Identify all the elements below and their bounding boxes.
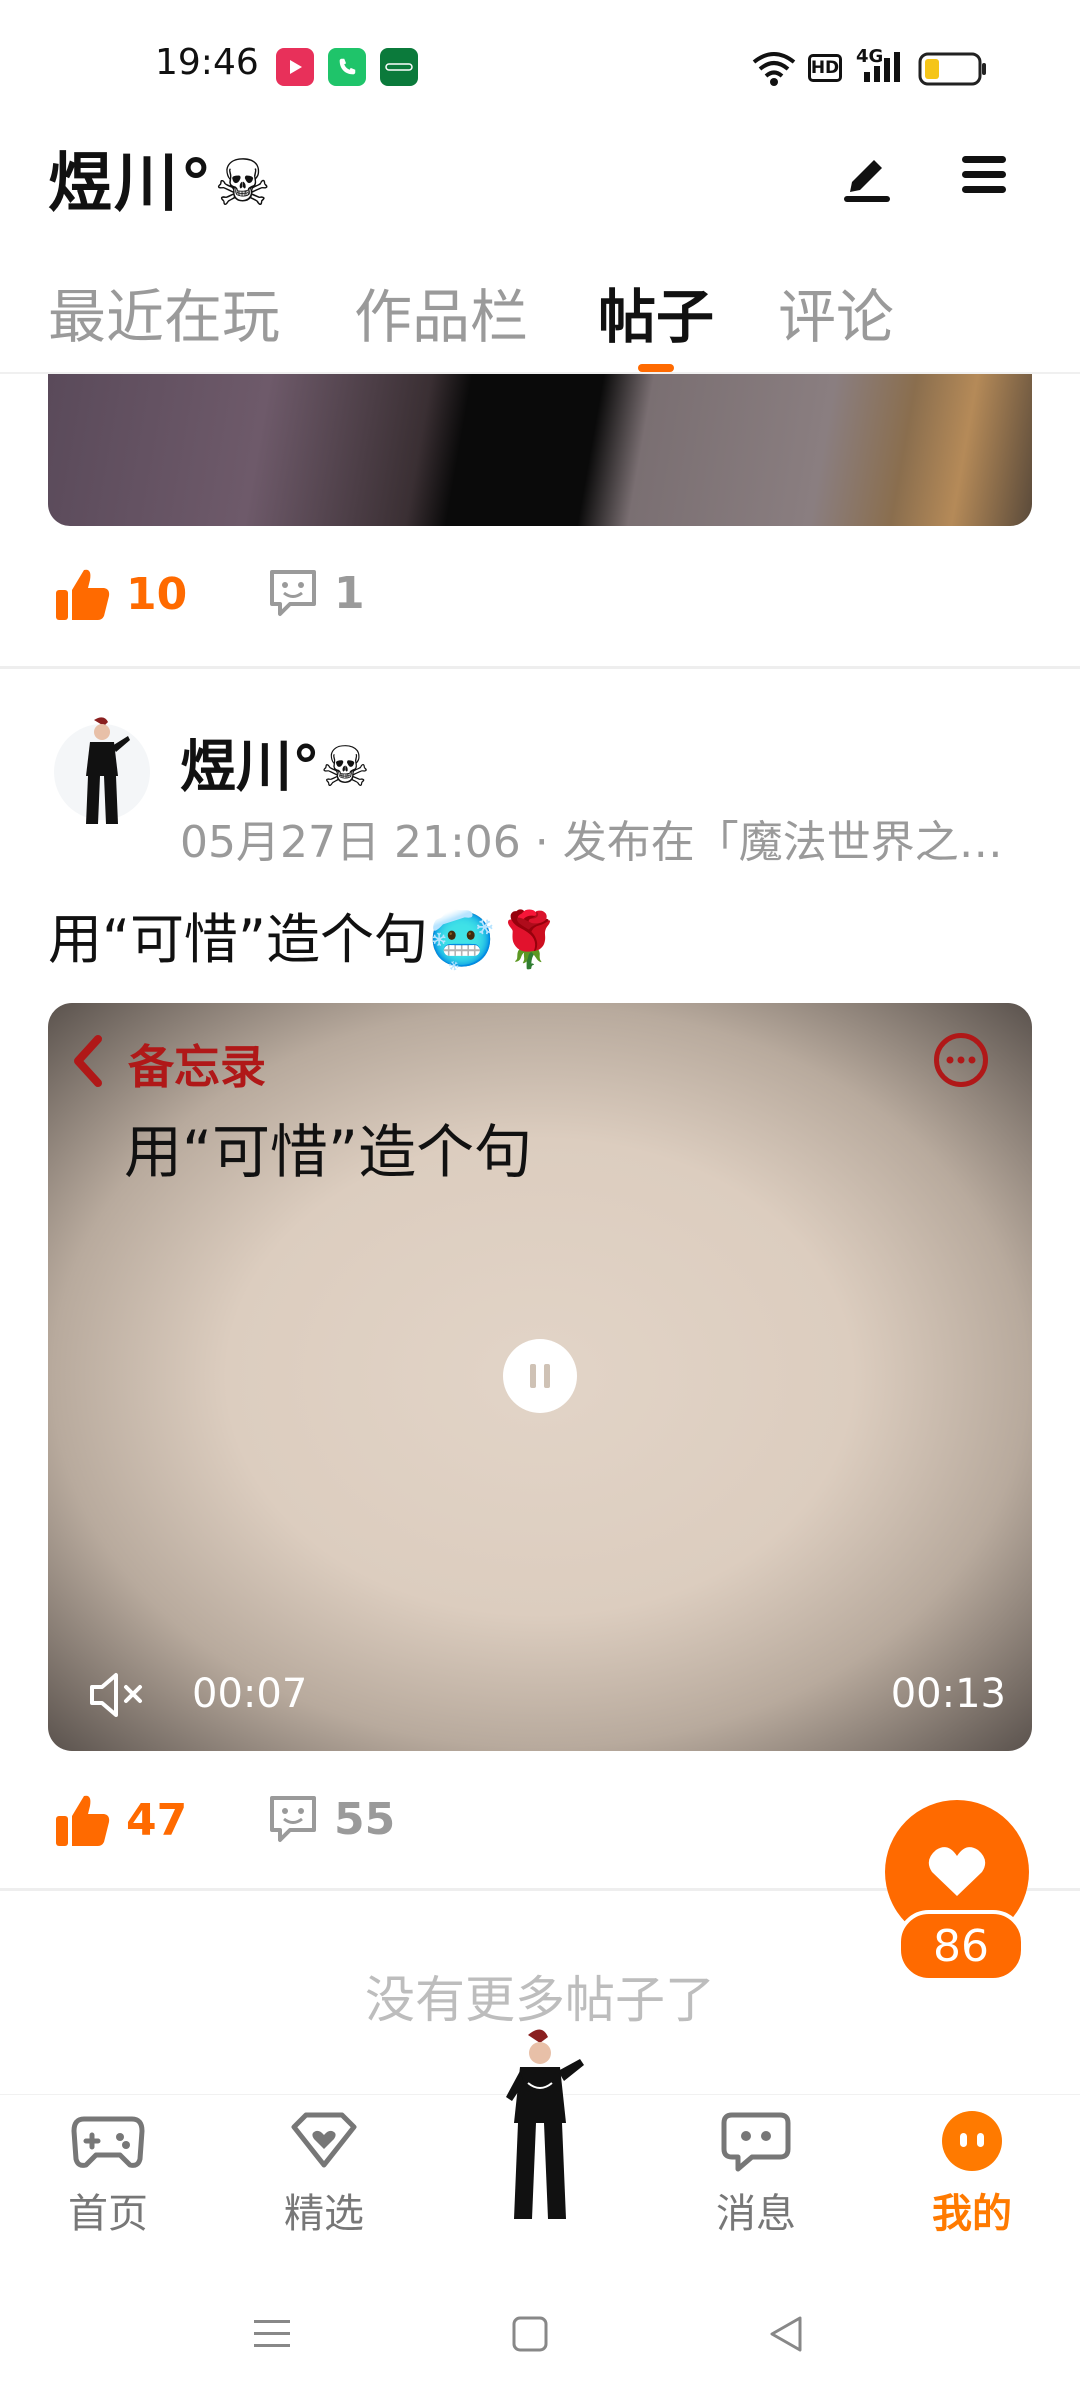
previous-comment-count: 1 (334, 567, 365, 619)
video-app-icon (276, 48, 314, 86)
menu-icon[interactable] (952, 142, 1016, 206)
memo-label: 备忘录 (128, 1040, 266, 1094)
network-type: 4G (856, 46, 884, 67)
nav-messages-label: 消息 (716, 2191, 796, 2237)
previous-comment-button[interactable]: 1 (266, 566, 365, 620)
post-video[interactable]: 备忘录 用“可惜”造个句 00:07 00:13 (48, 1003, 1032, 1751)
system-menu-button[interactable] (250, 2314, 294, 2358)
thumbs-up-icon (56, 569, 110, 620)
mute-button[interactable] (86, 1667, 152, 1727)
thumbs-up-icon (56, 1795, 110, 1846)
nav-featured-label: 精选 (284, 2191, 364, 2237)
post-divider (0, 666, 1080, 669)
4g-signal-icon: 4G (856, 46, 904, 88)
post-comment-count: 55 (334, 1793, 396, 1845)
nav-featured[interactable]: 精选 (254, 2109, 394, 2239)
more-dots-icon (934, 1033, 988, 1087)
oppo-app-icon (380, 48, 418, 86)
author-avatar[interactable] (52, 712, 152, 832)
pause-icon (530, 1364, 550, 1388)
smiley-face-icon (942, 2111, 1002, 2171)
profile-title: 煜川°☠ (48, 147, 274, 221)
system-home-button[interactable] (510, 2314, 550, 2358)
tab-works[interactable]: 作品栏 (354, 270, 528, 354)
video-current-time: 00:07 (192, 1671, 308, 1717)
previous-like-button[interactable]: 10 (54, 566, 187, 622)
comment-icon (270, 1796, 316, 1842)
gamepad-icon (71, 2116, 145, 2168)
edit-icon[interactable] (834, 142, 898, 206)
nav-mine[interactable]: 我的 (902, 2109, 1042, 2239)
post-meta: 05月27日 21:06 · 发布在「魔法世界之… (180, 817, 1003, 868)
battery-icon (918, 52, 988, 90)
floating-like-count: 86 (897, 1910, 1025, 1982)
previous-post-image[interactable] (48, 374, 1032, 526)
nav-mine-label: 我的 (932, 2191, 1012, 2237)
memo-title: 用“可惜”造个句 (124, 1118, 533, 1186)
system-back-button[interactable] (766, 2314, 806, 2358)
system-nav-bar (0, 2270, 1080, 2400)
post-comment-button[interactable]: 55 (266, 1792, 395, 1846)
home-square-icon (512, 2316, 548, 2352)
status-time: 19:46 (155, 42, 259, 83)
post-like-button[interactable]: 47 (54, 1792, 187, 1848)
nav-center-avatar[interactable] (470, 2023, 610, 2233)
pause-button[interactable] (503, 1339, 577, 1413)
back-chevron-icon (68, 1031, 108, 1104)
phone-app-icon (328, 48, 366, 86)
back-triangle-icon (770, 2316, 802, 2352)
chat-bubble-icon (721, 2112, 791, 2172)
tab-recently-played[interactable]: 最近在玩 (48, 270, 280, 354)
video-total-time: 00:13 (890, 1671, 1006, 1717)
hd-icon: HD (808, 54, 842, 82)
comment-icon (270, 570, 316, 616)
tab-comments[interactable]: 评论 (778, 270, 894, 354)
bottom-nav: 首页 精选 消息 我的 (0, 2029, 1080, 2271)
muted-speaker-icon (90, 1673, 142, 1717)
nav-messages[interactable]: 消息 (686, 2109, 826, 2239)
nav-home-label: 首页 (68, 2191, 148, 2237)
wifi-icon (750, 48, 798, 92)
heart-gem-icon (291, 2112, 357, 2168)
previous-like-count: 10 (126, 568, 188, 620)
tab-active-indicator (638, 364, 674, 372)
tab-posts[interactable]: 帖子 (598, 270, 714, 354)
recent-apps-icon (254, 2320, 290, 2347)
post-text[interactable]: 用“可惜”造个句🥶🌹 (48, 895, 562, 974)
nav-home[interactable]: 首页 (38, 2109, 178, 2239)
post-author-name[interactable]: 煜川°☠ (180, 722, 370, 803)
post-like-count: 47 (126, 1794, 188, 1846)
heart-icon (928, 1847, 986, 1896)
